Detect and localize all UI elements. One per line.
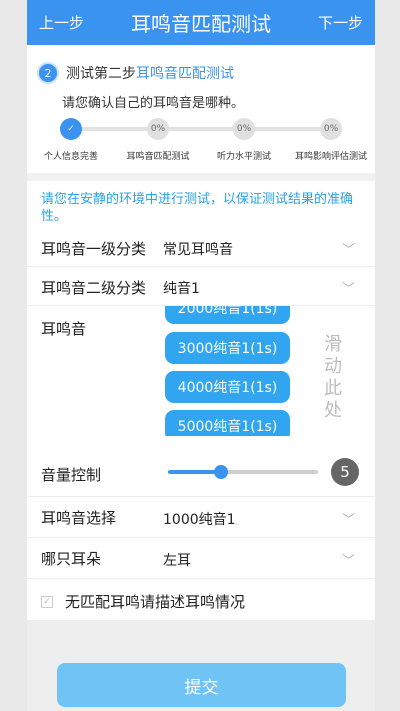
tinnitus-label: 耳鸣音 — [41, 320, 87, 338]
progress-node-1: ✓ — [60, 118, 82, 140]
tinnitus-option[interactable]: 5000纯音1(1s) — [165, 410, 290, 436]
tinnitus-option[interactable]: 2000纯音1(1s) — [165, 306, 290, 324]
no-match-checkbox[interactable]: ✓ — [41, 595, 53, 608]
step-prefix: 测试第二步 — [66, 66, 136, 82]
chevron-down-icon[interactable]: ﹀ — [342, 509, 355, 528]
step-subtitle: 请您确认自己的耳鸣音是哪种。 — [62, 96, 245, 111]
progress-label-4: 耳鸣影响评估测试 — [294, 152, 367, 162]
volume-value-badge: 5 — [331, 458, 359, 486]
chevron-down-icon[interactable]: ﹀ — [342, 239, 355, 258]
check-icon: ✓ — [67, 124, 75, 134]
level2-value: 纯音1 — [163, 281, 200, 297]
level1-row[interactable]: 耳鸣音一级分类 常见耳鸣音 ﹀ — [27, 228, 375, 267]
progress-label-3: 听力水平测试 — [216, 152, 271, 162]
volume-slider-thumb[interactable] — [213, 465, 228, 479]
tinnitus-option[interactable]: 4000纯音1(1s) — [165, 371, 290, 403]
chevron-down-icon[interactable]: ﹀ — [342, 550, 355, 569]
choice-label: 耳鸣音选择 — [41, 509, 117, 527]
progress-track — [70, 127, 332, 131]
progress-label-2: 耳鸣音匹配测试 — [126, 152, 190, 162]
ear-label: 哪只耳朵 — [41, 550, 102, 568]
ear-value: 左耳 — [163, 553, 191, 569]
level2-label: 耳鸣音二级分类 — [41, 279, 147, 297]
step-name: 耳鸣音匹配测试 — [136, 66, 234, 82]
step-number-badge: 2 — [37, 62, 59, 84]
submit-button[interactable]: 提交 — [57, 663, 346, 707]
tinnitus-option[interactable]: 3000纯音1(1s) — [165, 332, 290, 364]
progress-node-3: 0% — [233, 118, 255, 140]
next-button[interactable]: 下一步 — [318, 12, 363, 33]
ear-row[interactable]: 哪只耳朵 左耳 ﹀ — [27, 538, 375, 579]
level1-value: 常见耳鸣音 — [163, 242, 233, 258]
no-match-label: 无匹配耳鸣请描述耳鸣情况 — [65, 593, 246, 611]
section-divider — [27, 173, 375, 181]
volume-slider-fill — [168, 470, 221, 474]
progress-node-4: 0% — [320, 118, 342, 140]
level1-label: 耳鸣音一级分类 — [41, 240, 147, 258]
choice-value: 1000纯音1 — [163, 512, 236, 528]
quiet-notice: 请您在安静的环境中进行测试，以保证测试结果的准确性。 — [41, 192, 354, 224]
app-frame: 上一步 耳鸣音匹配测试 下一步 2 测试第二步 耳鸣音匹配测试 请您确认自己的耳… — [0, 0, 400, 711]
progress-label-1: 个人信息完善 — [43, 152, 98, 162]
step-header: 2 测试第二步 耳鸣音匹配测试 — [37, 62, 234, 84]
progress-node-2: 0% — [147, 118, 169, 140]
level2-row[interactable]: 耳鸣音二级分类 纯音1 ﹀ — [27, 267, 375, 306]
volume-slider[interactable] — [168, 465, 318, 479]
tinnitus-options-scroller[interactable]: 2000纯音1(1s) 3000纯音1(1s) 4000纯音1(1s) 5000… — [160, 306, 300, 436]
no-match-row[interactable]: ✓ 无匹配耳鸣请描述耳鸣情况 — [41, 591, 245, 612]
volume-label: 音量控制 — [41, 466, 102, 484]
choice-row[interactable]: 耳鸣音选择 1000纯音1 ﹀ — [27, 497, 375, 538]
chevron-down-icon[interactable]: ﹀ — [342, 278, 355, 297]
nav-bar: 上一步 耳鸣音匹配测试 下一步 — [27, 0, 375, 45]
slide-hint[interactable]: 滑动此处 — [323, 334, 343, 422]
